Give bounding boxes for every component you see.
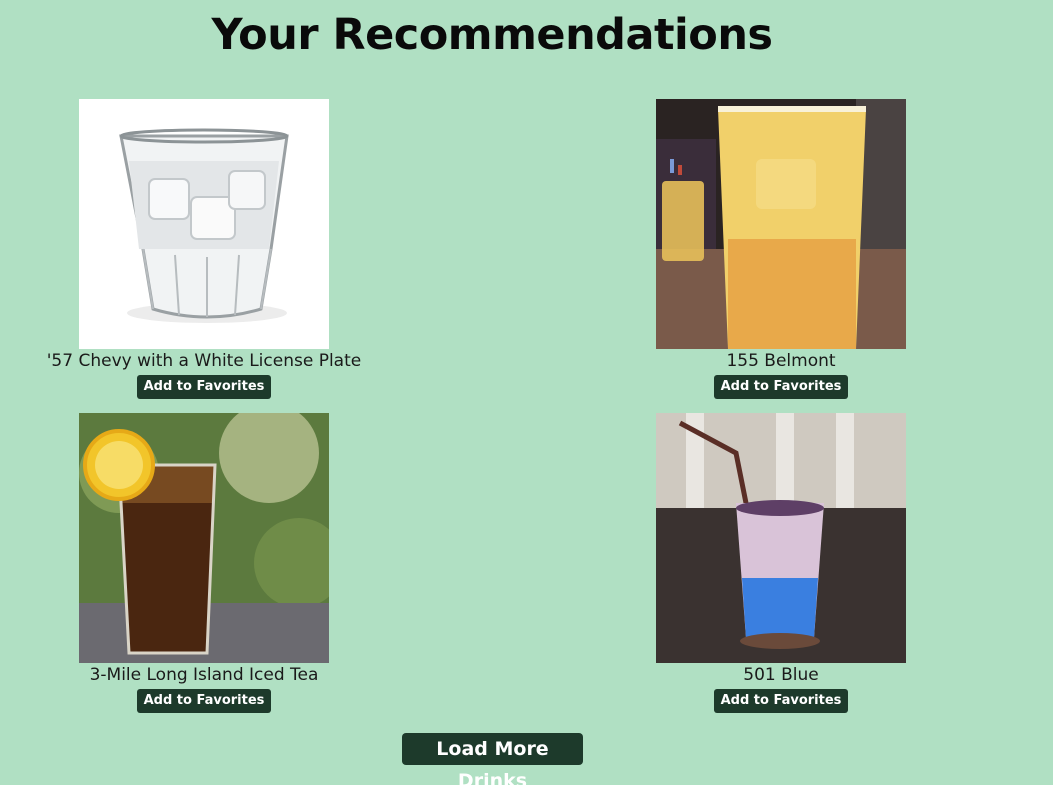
add-to-favorites-button[interactable]: Add to Favorites	[136, 689, 272, 713]
drink-card: 155 Belmont Add to Favorites	[616, 99, 946, 399]
drink-name: '57 Chevy with a White License Plate	[46, 351, 362, 371]
blue-layered-drink-image	[656, 413, 906, 663]
load-more-drinks-button[interactable]: Load More Drinks	[402, 733, 583, 785]
drink-card: '57 Chevy with a White License Plate Add…	[39, 99, 369, 399]
drink-card: 3-Mile Long Island Iced Tea Add to Favor…	[39, 413, 369, 713]
add-to-favorites-button[interactable]: Add to Favorites	[713, 375, 849, 399]
add-to-favorites-button[interactable]: Add to Favorites	[136, 375, 272, 399]
orange-drink-image	[656, 99, 906, 349]
iced-tea-image	[79, 413, 329, 663]
drink-card: 501 Blue Add to Favorites	[616, 413, 946, 713]
recommendations-page: Your Recommendations '57 Chevy with a Wh…	[0, 0, 1053, 785]
page-title: Your Recommendations	[211, 10, 773, 60]
drink-name: 3-Mile Long Island Iced Tea	[89, 665, 319, 685]
drink-image[interactable]	[79, 413, 329, 663]
drink-name: 155 Belmont	[726, 351, 836, 371]
drink-image[interactable]	[656, 413, 906, 663]
add-to-favorites-button[interactable]: Add to Favorites	[713, 689, 849, 713]
drink-name: 501 Blue	[743, 665, 819, 685]
drink-image[interactable]	[656, 99, 906, 349]
clear-iced-drink-image	[79, 99, 329, 349]
drink-image[interactable]	[79, 99, 329, 349]
